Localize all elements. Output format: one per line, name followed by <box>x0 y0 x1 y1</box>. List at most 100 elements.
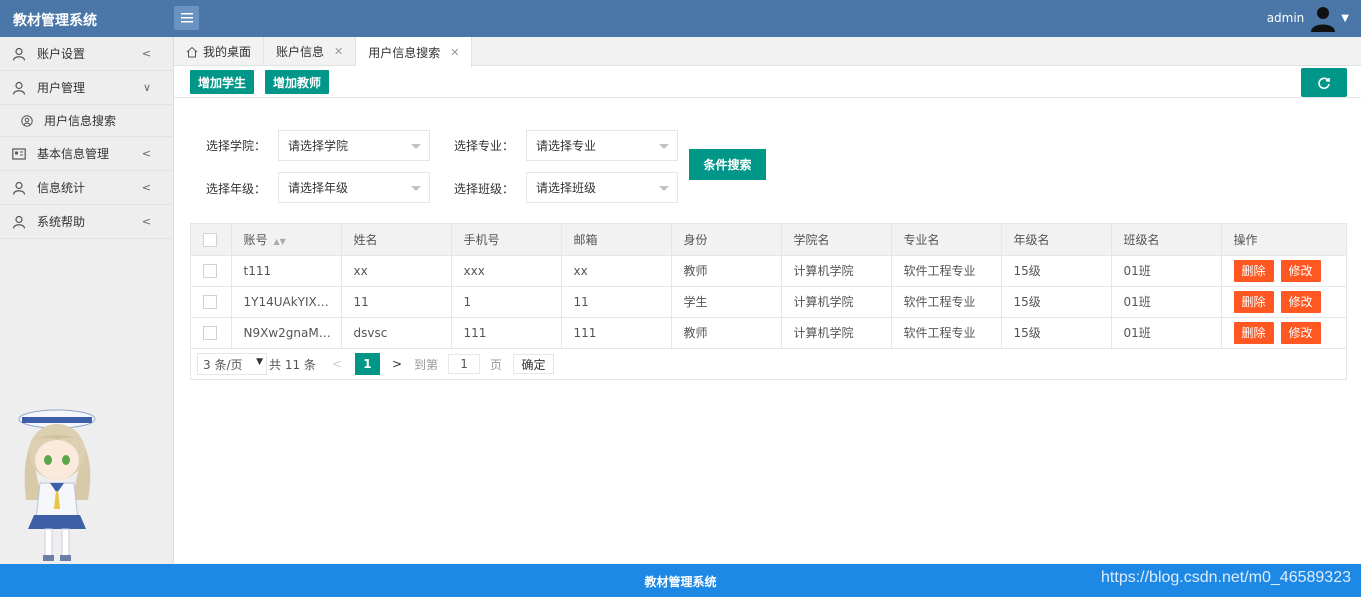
column-header: 操作 <box>1221 224 1346 256</box>
sidebar-item-label: 系统帮助 <box>37 215 86 229</box>
table-header-row: 账号 ▲▼ 姓名 手机号 邮箱 身份 学院名 专业名 年级名 班级名 操作 <box>191 224 1346 256</box>
cell-actions: 删除 修改 <box>1221 317 1346 349</box>
cell-class: 01班 <box>1111 255 1222 287</box>
cell-grade: 15级 <box>1001 286 1112 318</box>
chevron-down-icon: ∨ <box>142 81 151 94</box>
college-select[interactable]: 请选择学院 <box>278 130 430 161</box>
class-label: 选择班级： <box>454 182 515 196</box>
watermark: https://blog.csdn.net/m0_46589323 <box>1101 569 1351 586</box>
tab-desktop[interactable]: 我的桌面 <box>174 37 265 66</box>
table-row: 1Y14UAkYIX… 11 1 11 学生 计算机学院 软件工程专业 15级 … <box>191 286 1346 318</box>
tab-label: 我的桌面 <box>203 45 252 59</box>
total-count: 共 11 条 <box>269 357 316 372</box>
college-select-value: 请选择学院 <box>288 139 349 153</box>
sidebar: 账户设置 < 用户管理 ∨ 用户信息搜索 基本信息管理 < 信息统计 < 系统帮… <box>0 37 174 564</box>
row-checkbox[interactable] <box>203 325 217 340</box>
sidebar-item-label: 基本信息管理 <box>37 147 110 161</box>
dropdown-arrow-icon: ▼ <box>256 357 263 367</box>
sidebar-item-label: 账户设置 <box>37 47 86 61</box>
tab-label: 用户信息搜索 <box>368 45 441 60</box>
column-header[interactable]: 账号 ▲▼ <box>231 224 342 256</box>
select-all-checkbox[interactable] <box>203 232 217 247</box>
user-table: 账号 ▲▼ 姓名 手机号 邮箱 身份 学院名 专业名 年级名 班级名 操作 t11… <box>190 223 1347 380</box>
next-page-icon[interactable]: > <box>392 357 402 371</box>
current-page-button[interactable]: 1 <box>354 353 380 375</box>
app-title: 教材管理系统 <box>13 13 97 29</box>
edit-button[interactable]: 修改 <box>1280 290 1321 313</box>
per-page-value: 3 条/页 <box>203 357 243 372</box>
dropdown-arrow-icon <box>411 186 421 191</box>
chevron-left-icon: < <box>141 147 151 160</box>
footer: 教材管理系统 https://blog.csdn.net/m0_46589323 <box>0 564 1361 597</box>
user-menu[interactable]: admin ▼ <box>1267 4 1349 32</box>
tab-label: 账户信息 <box>276 45 325 59</box>
cell-grade: 15级 <box>1001 317 1112 349</box>
pagination: 3 条/页 ▼ 共 11 条 < 1 > 到第 1 页 确定 <box>191 349 1346 379</box>
avatar-icon <box>1311 7 1336 32</box>
table-row: t111 xx xxx xx 教师 计算机学院 软件工程专业 15级 01班 删… <box>191 255 1346 287</box>
user-circle-icon <box>21 114 33 127</box>
close-icon[interactable]: ✕ <box>334 45 343 58</box>
page-unit-label: 页 <box>490 357 503 372</box>
grade-label: 选择年级： <box>206 182 267 196</box>
cell-account: 1Y14UAkYIX… <box>231 286 342 318</box>
row-checkbox[interactable] <box>203 263 217 278</box>
major-select[interactable]: 请选择专业 <box>526 130 678 161</box>
tab-user-search[interactable]: 用户信息搜索 ✕ <box>356 37 473 67</box>
row-checkbox[interactable] <box>203 294 217 309</box>
sidebar-subitem-user-search[interactable]: 用户信息搜索 <box>0 105 173 137</box>
grade-select-value: 请选择年级 <box>288 181 349 195</box>
sidebar-item-user-management[interactable]: 用户管理 ∨ <box>0 71 173 105</box>
cell-class: 01班 <box>1111 317 1222 349</box>
goto-page-input[interactable]: 1 <box>448 354 481 374</box>
sidebar-item-account-settings[interactable]: 账户设置 < <box>0 37 173 71</box>
goto-confirm-button[interactable]: 确定 <box>513 354 555 374</box>
class-select[interactable]: 请选择班级 <box>526 172 678 203</box>
major-label: 选择专业： <box>454 139 515 153</box>
hamburger-icon <box>180 13 193 23</box>
menu-toggle-button[interactable] <box>174 6 199 30</box>
user-icon <box>12 181 26 195</box>
column-header: 手机号 <box>451 224 562 256</box>
cell-name: xx <box>341 255 452 287</box>
column-header: 班级名 <box>1111 224 1222 256</box>
chevron-left-icon: < <box>141 181 151 194</box>
sidebar-item-help[interactable]: 系统帮助 < <box>0 205 173 239</box>
column-header: 年级名 <box>1001 224 1112 256</box>
chevron-down-icon: ▼ <box>1341 12 1349 24</box>
close-icon[interactable]: ✕ <box>450 46 459 59</box>
row-select-cell <box>191 255 232 287</box>
column-header-label: 账号 <box>243 232 268 247</box>
add-student-button[interactable]: 增加学生 <box>190 70 254 94</box>
sidebar-item-statistics[interactable]: 信息统计 < <box>0 171 173 205</box>
column-header: 专业名 <box>891 224 1002 256</box>
refresh-icon <box>1318 76 1330 89</box>
cell-phone: 1 <box>451 286 562 318</box>
delete-button[interactable]: 删除 <box>1233 290 1274 313</box>
delete-button[interactable]: 删除 <box>1233 321 1274 344</box>
tab-account-info[interactable]: 账户信息 ✕ <box>264 37 357 66</box>
refresh-button[interactable] <box>1301 68 1347 97</box>
sort-icon[interactable]: ▲▼ <box>274 237 286 246</box>
chevron-left-icon: < <box>141 47 151 60</box>
cell-college: 计算机学院 <box>781 255 892 287</box>
dropdown-arrow-icon <box>659 186 669 191</box>
edit-button[interactable]: 修改 <box>1280 321 1321 344</box>
grade-select[interactable]: 请选择年级 <box>278 172 430 203</box>
goto-label: 到第 <box>414 357 439 372</box>
chevron-left-icon: < <box>141 215 151 228</box>
toolbar: 增加学生 增加教师 <box>174 66 1361 98</box>
sidebar-item-label: 用户管理 <box>37 81 86 95</box>
cell-college: 计算机学院 <box>781 317 892 349</box>
add-teacher-button[interactable]: 增加教师 <box>265 70 329 94</box>
cell-major: 软件工程专业 <box>891 286 1002 318</box>
delete-button[interactable]: 删除 <box>1233 259 1274 282</box>
username: admin <box>1266 11 1305 25</box>
cell-phone: 111 <box>451 317 562 349</box>
id-card-icon <box>12 147 26 160</box>
per-page-select[interactable]: 3 条/页 ▼ <box>197 353 267 375</box>
edit-button[interactable]: 修改 <box>1280 259 1321 282</box>
prev-page-icon[interactable]: < <box>332 357 342 371</box>
search-button[interactable]: 条件搜索 <box>689 149 766 180</box>
sidebar-item-basic-info[interactable]: 基本信息管理 < <box>0 137 173 171</box>
